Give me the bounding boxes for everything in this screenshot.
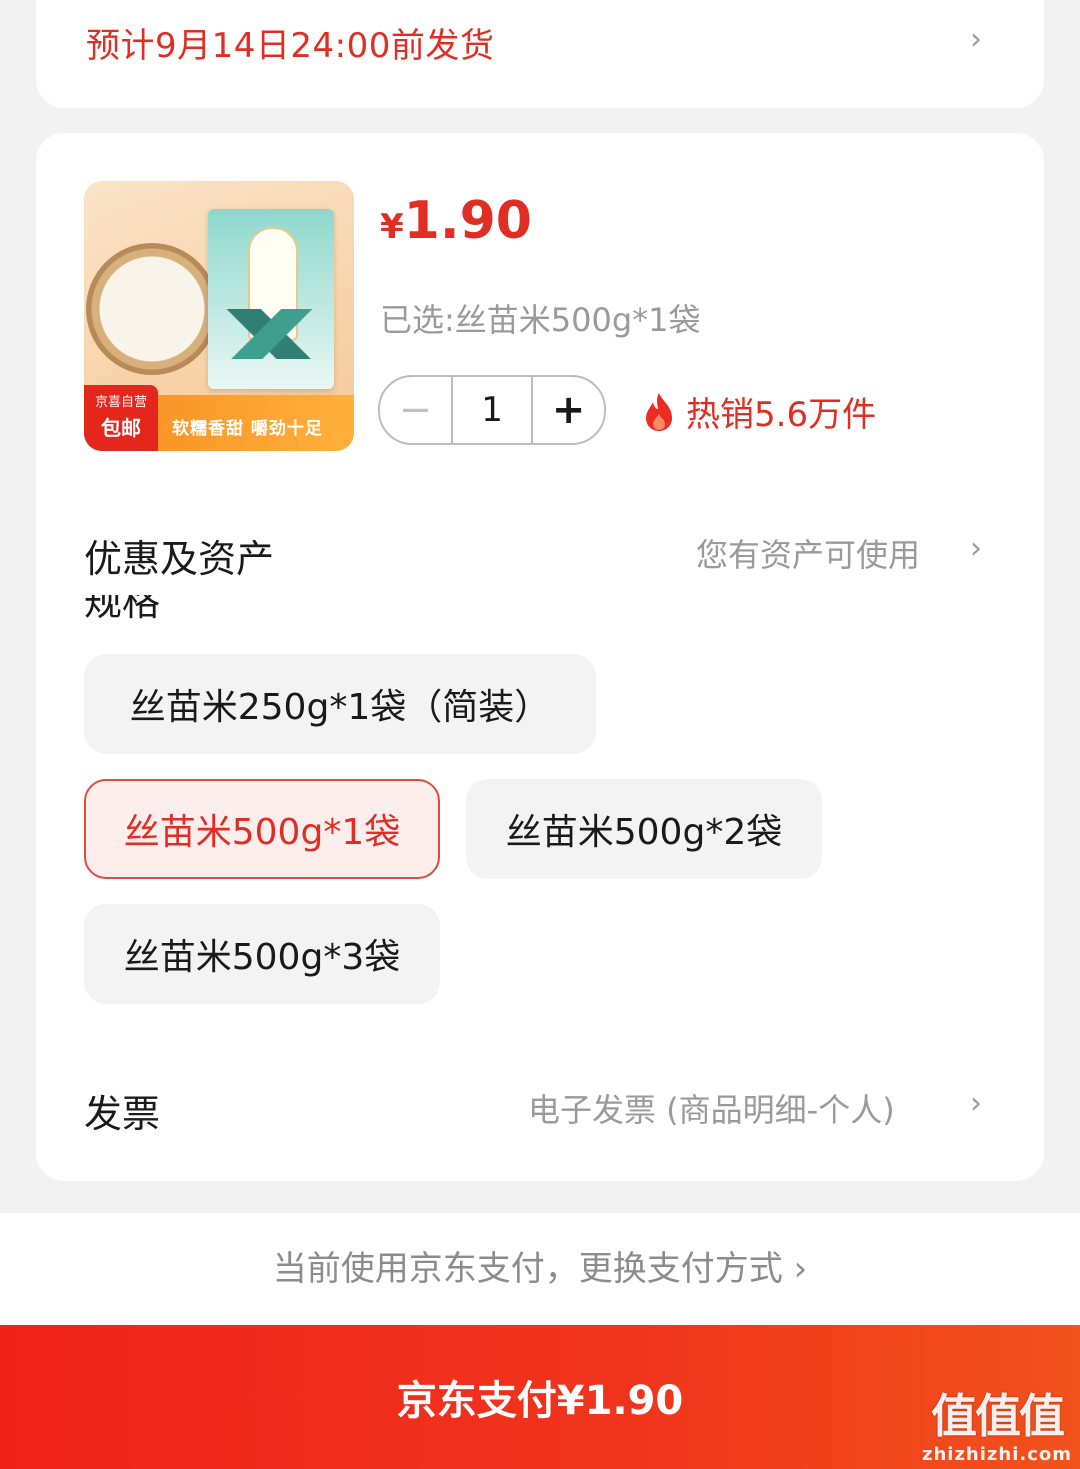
chevron-right-icon: ›: [970, 1086, 982, 1121]
rice-bowl-graphic: [86, 243, 218, 375]
invoice-title: 发票: [84, 1092, 161, 1136]
spec-title: 规格: [84, 595, 204, 623]
tag-top-text: 京喜自营: [94, 395, 147, 410]
product-price: ¥1.90: [380, 191, 532, 251]
spec-option-500g-3[interactable]: 丝苗米500g*3袋: [84, 904, 440, 1004]
quantity-stepper: − 1 +: [378, 375, 606, 445]
image-slogan: 软糯香甜 嚼劲十足: [172, 419, 323, 439]
price-currency: ¥: [380, 207, 404, 247]
price-value: 1.90: [403, 191, 532, 251]
decrease-button[interactable]: −: [380, 377, 451, 443]
increase-button[interactable]: +: [533, 377, 604, 443]
rice-bag-graphic: [208, 209, 334, 389]
chevron-right-icon: ›: [970, 531, 982, 566]
jd-pay-button[interactable]: 京东支付¥1.90 值值值 zhizhizhi.com: [0, 1325, 1080, 1469]
change-payment-link[interactable]: 当前使用京东支付，更换支付方式 ›: [0, 1241, 1080, 1290]
spec-title-text: 规格: [84, 595, 161, 623]
discount-value: 您有资产可使用: [696, 536, 921, 574]
pay-button-label: 京东支付¥1.90: [396, 1378, 684, 1424]
watermark: 值值值 zhizhizhi.com: [922, 1388, 1072, 1465]
spec-option-500g-2[interactable]: 丝苗米500g*2袋: [466, 779, 822, 879]
hot-sales-badge: 热销5.6万件: [644, 387, 876, 436]
spec-option-250g-1[interactable]: 丝苗米250g*1袋（简装）: [84, 654, 596, 754]
payment-method-bar: 当前使用京东支付，更换支付方式 ›: [0, 1213, 1080, 1325]
product-card: 京喜自营 包邮 软糯香甜 嚼劲十足 ¥1.90 已选:丝苗米500g*1袋 − …: [36, 133, 1044, 1181]
free-shipping-tag: 京喜自营 包邮: [84, 385, 158, 451]
tag-main-text: 包邮: [101, 416, 141, 440]
shipping-card[interactable]: 预计9月14日24:00前发货 ›: [36, 0, 1044, 108]
watermark-logo: 值值值: [930, 1389, 1065, 1443]
chevron-right-icon: ›: [970, 22, 982, 57]
invoice-value: 电子发票 (商品明细-个人): [528, 1091, 895, 1129]
quantity-input[interactable]: 1: [450, 377, 534, 443]
selected-variant: 已选:丝苗米500g*1袋: [380, 301, 701, 339]
discount-title: 优惠及资产: [84, 537, 275, 581]
watermark-domain: zhizhizhi.com: [921, 1444, 1072, 1465]
spec-option-500g-1[interactable]: 丝苗米500g*1袋: [84, 779, 440, 879]
product-image[interactable]: 京喜自营 包邮 软糯香甜 嚼劲十足: [84, 181, 354, 451]
hot-sales-text: 热销5.6万件: [686, 395, 877, 435]
shipping-estimate: 预计9月14日24:00前发货: [86, 26, 495, 66]
flame-icon: [644, 392, 674, 432]
